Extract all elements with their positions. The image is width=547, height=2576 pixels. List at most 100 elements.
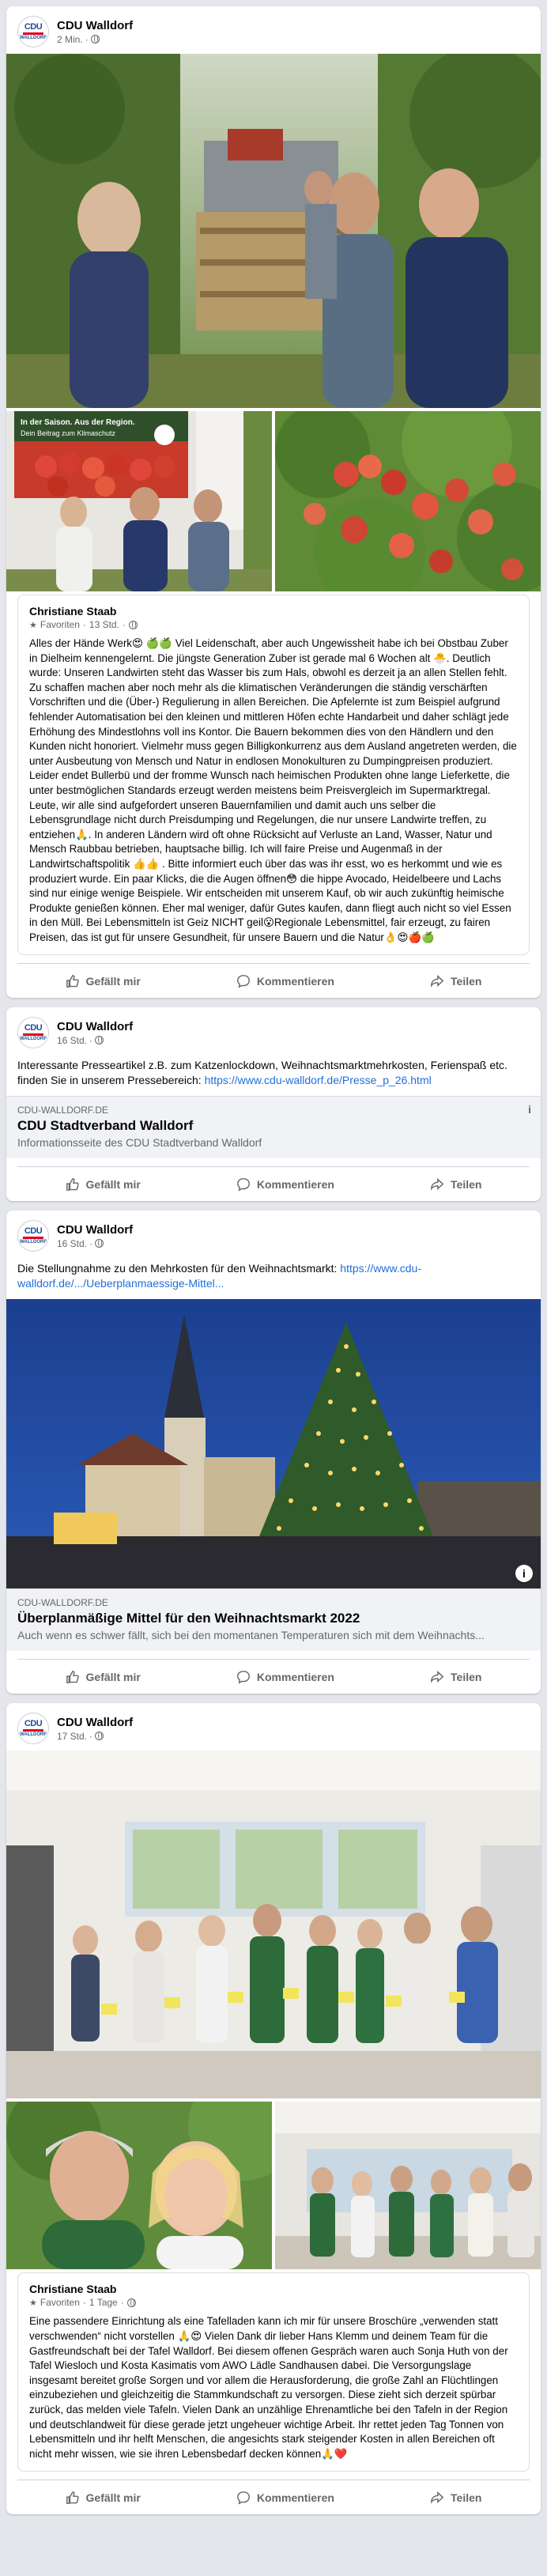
speech-bubble-icon — [236, 975, 250, 988]
share-arrow-icon — [431, 1178, 444, 1191]
team-photo-illustration — [275, 2102, 541, 2270]
link-preview-card[interactable]: CDU-WALLDORF.DE Überplanmäßige Mittel fü… — [6, 1588, 541, 1652]
caption-author[interactable]: Christiane Staab — [29, 605, 518, 618]
like-label: Gefällt mir — [85, 974, 141, 988]
comment-button[interactable]: Kommentieren — [236, 1670, 334, 1684]
news-feed: CDU WALLDORF CDU Walldorf 2 Min. · In de… — [0, 0, 547, 2530]
post-actions-bar: Gefällt mir Kommentieren Teilen — [17, 1166, 530, 1201]
comment-button[interactable]: Kommentieren — [236, 1177, 334, 1192]
post-header: CDU WALLDORF CDU Walldorf 2 Min. · — [6, 6, 541, 54]
page-avatar[interactable]: CDU WALLDORF — [17, 1713, 49, 1745]
globe-icon — [95, 1036, 104, 1045]
link-description: Informationsseite des CDU Stadtverband W… — [17, 1136, 262, 1150]
post-timestamp[interactable]: 17 Std. — [57, 1731, 87, 1742]
logo-stripe — [23, 1033, 43, 1037]
post-timestamp[interactable]: 2 Min. — [57, 34, 83, 45]
share-arrow-icon — [431, 975, 444, 988]
share-label: Teilen — [451, 974, 482, 988]
post-photo-group[interactable] — [6, 1751, 541, 2099]
page-name-link[interactable]: CDU Walldorf — [57, 1223, 133, 1237]
caption-text: Eine passendere Einrichtung als eine Taf… — [29, 2315, 508, 2460]
share-arrow-icon — [431, 1671, 444, 1683]
caption-audience: Favoriten — [40, 619, 80, 630]
post-timestamp[interactable]: 16 Std. — [57, 1238, 87, 1249]
logo-stripe — [23, 1729, 43, 1732]
post-text: Die Stellungnahme zu den Mehrkosten für … — [6, 1258, 541, 1299]
post-photo-row: In der Saison. Aus der Region. Dein Beit… — [6, 411, 541, 591]
comment-button[interactable]: Kommentieren — [236, 2491, 334, 2505]
comment-label: Kommentieren — [256, 1177, 334, 1191]
link-preview-image[interactable]: i — [6, 1299, 541, 1589]
post-photo-apple-tree[interactable] — [275, 411, 541, 591]
post-body: Die Stellungnahme zu den Mehrkosten für … — [17, 1262, 341, 1275]
photo-caption-box: Christiane Staab ★ Favoriten · 13 Std. · All… — [17, 595, 530, 956]
star-icon: ★ — [29, 2298, 37, 2308]
speech-bubble-icon — [236, 1178, 250, 1192]
logo-text: CDU — [24, 1023, 43, 1033]
christmas-tree-photo-illustration — [6, 1299, 541, 1589]
logo-text: CDU — [24, 22, 43, 32]
share-label: Teilen — [451, 1177, 482, 1191]
link-title: Überplanmäßige Mittel für den Weihnachts… — [17, 1611, 360, 1626]
like-button[interactable]: Gefällt mir — [66, 974, 141, 988]
like-button[interactable]: Gefällt mir — [66, 1670, 141, 1684]
page-avatar[interactable]: CDU WALLDORF — [17, 1220, 49, 1252]
post-christmas-market: CDU WALLDORF CDU Walldorf 16 Std. · Die S… — [6, 1211, 541, 1694]
page-avatar[interactable]: CDU WALLDORF — [17, 1017, 49, 1049]
logo-subtext: WALLDORF — [20, 1037, 47, 1042]
post-photo-row — [6, 2102, 541, 2270]
page-name-link[interactable]: CDU Walldorf — [57, 1020, 133, 1033]
page-name-link[interactable]: CDU Walldorf — [57, 1716, 133, 1729]
poster-group-illustration: In der Saison. Aus der Region. Dein Beit… — [6, 411, 272, 591]
link-domain: CDU-WALLDORF.DE — [17, 1597, 108, 1609]
speech-bubble-icon — [236, 2491, 250, 2505]
caption-timestamp[interactable]: 1 Tage — [89, 2297, 118, 2308]
post-timestamp[interactable]: 16 Std. — [57, 1035, 87, 1046]
share-label: Teilen — [451, 1670, 482, 1683]
speech-bubble-icon — [236, 1671, 250, 1684]
share-button[interactable]: Teilen — [430, 2491, 481, 2505]
like-button[interactable]: Gefällt mir — [66, 1177, 141, 1192]
share-label: Teilen — [451, 2491, 482, 2504]
comment-label: Kommentieren — [256, 2491, 334, 2504]
orchard-photo-illustration — [6, 54, 541, 408]
thumbs-up-icon — [66, 2491, 79, 2504]
post-photo-team[interactable] — [275, 2102, 541, 2270]
thumbs-up-icon — [66, 1671, 79, 1683]
link-preview-card[interactable]: i CDU-WALLDORF.DE CDU Stadtverband Walld… — [6, 1096, 541, 1159]
post-actions-bar: Gefällt mir Kommentieren Teilen — [17, 963, 530, 998]
caption-author[interactable]: Christiane Staab — [29, 2283, 518, 2295]
link-description: Auch wenn es schwer fällt, sich bei den … — [17, 1629, 485, 1642]
post-actions-bar: Gefällt mir Kommentieren Teilen — [17, 2480, 530, 2514]
comment-label: Kommentieren — [256, 974, 334, 988]
like-button[interactable]: Gefällt mir — [66, 2491, 141, 2505]
share-button[interactable]: Teilen — [430, 1670, 481, 1684]
group-photo-illustration — [6, 1751, 541, 2099]
info-icon[interactable]: i — [528, 1103, 531, 1116]
post-photo-orchard[interactable] — [6, 54, 541, 408]
like-label: Gefällt mir — [85, 2491, 141, 2504]
share-button[interactable]: Teilen — [430, 974, 481, 988]
apple-tree-illustration — [275, 411, 541, 591]
post-header: CDU WALLDORF CDU Walldorf 16 Std. · — [6, 1007, 541, 1055]
globe-icon — [90, 35, 100, 43]
logo-subtext: WALLDORF — [20, 36, 47, 40]
share-button[interactable]: Teilen — [430, 1177, 481, 1192]
logo-text: CDU — [24, 1719, 43, 1729]
post-header: CDU WALLDORF CDU Walldorf 17 Std. · — [6, 1703, 541, 1751]
caption-timestamp[interactable]: 13 Std. — [89, 619, 119, 630]
like-label: Gefällt mir — [85, 1670, 141, 1683]
page-name-link[interactable]: CDU Walldorf — [57, 19, 133, 32]
post-photo-poster-group[interactable]: In der Saison. Aus der Region. Dein Beit… — [6, 411, 272, 591]
post-photo-selfie[interactable] — [6, 2102, 272, 2270]
link-domain: CDU-WALLDORF.DE — [17, 1105, 108, 1116]
page-avatar[interactable]: CDU WALLDORF — [17, 16, 49, 47]
post-orchard-visit: CDU WALLDORF CDU Walldorf 2 Min. · In de… — [6, 6, 541, 999]
globe-icon — [95, 1239, 104, 1248]
logo-stripe — [23, 32, 43, 35]
comment-button[interactable]: Kommentieren — [236, 974, 334, 988]
press-link[interactable]: https://www.cdu-walldorf.de/Presse_p_26.… — [205, 1074, 432, 1086]
like-label: Gefällt mir — [85, 1177, 141, 1191]
poster-banner-line1: In der Saison. Aus der Region. — [21, 418, 135, 427]
post-press-area: CDU WALLDORF CDU Walldorf 16 Std. · Inter… — [6, 1007, 541, 1202]
